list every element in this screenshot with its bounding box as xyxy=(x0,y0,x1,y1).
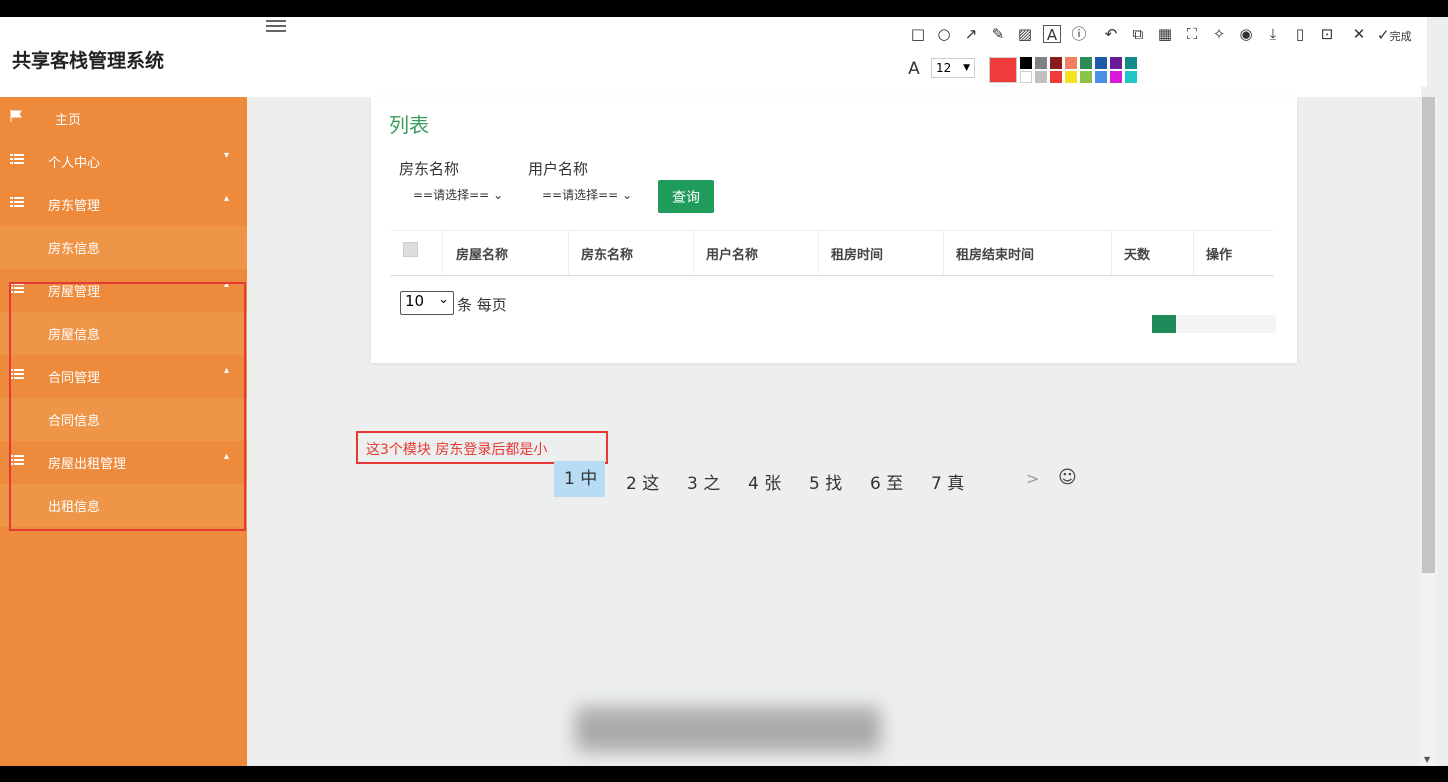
ime-candidate[interactable]: 3 之 xyxy=(687,469,720,494)
sidebar-item-label: 房东管理 xyxy=(48,199,101,214)
font-size-select[interactable]: 12 ▼ xyxy=(931,58,975,78)
user-filter-label: 用户名称 xyxy=(528,160,589,178)
ime-next-page-icon[interactable]: > xyxy=(1026,469,1039,488)
column-header[interactable]: 房屋名称 xyxy=(456,244,508,263)
color-swatch[interactable] xyxy=(1095,57,1107,69)
sidebar-item-home[interactable]: 主页 xyxy=(0,97,247,140)
download-icon[interactable]: ⤓ xyxy=(1264,25,1282,43)
color-swatch[interactable] xyxy=(1125,57,1137,69)
annotation-text: 这3个模块 房东登录后都是小 xyxy=(366,442,548,458)
color-swatch[interactable] xyxy=(1110,57,1122,69)
pagination[interactable] xyxy=(1152,315,1276,333)
user-select[interactable]: ==请选择== ⌄ xyxy=(542,186,632,203)
app-title: 共享客栈管理系统 xyxy=(12,50,165,72)
check-icon: ✓ xyxy=(1377,26,1390,44)
sidebar-item-label: 个人中心 xyxy=(48,156,101,171)
select-all-checkbox[interactable] xyxy=(403,242,418,257)
color-swatch[interactable] xyxy=(1080,71,1092,83)
ime-candidate[interactable]: 6 至 xyxy=(870,469,903,494)
record-icon[interactable]: ◉ xyxy=(1237,25,1255,43)
color-swatch[interactable] xyxy=(1035,71,1047,83)
color-swatch[interactable] xyxy=(1020,71,1032,83)
color-swatch[interactable] xyxy=(1020,57,1032,69)
chevron-down-icon: ⌄ xyxy=(622,188,633,202)
scrollbar-thumb[interactable] xyxy=(1422,97,1435,573)
color-swatch[interactable] xyxy=(1125,71,1137,83)
font-icon: A xyxy=(908,59,920,79)
sidebar-item-label: 主页 xyxy=(55,113,82,128)
color-swatch[interactable] xyxy=(1050,71,1062,83)
column-header[interactable]: 租房结束时间 xyxy=(956,244,1034,263)
annotation-textbox[interactable]: 这3个模块 房东登录后都是小 xyxy=(356,431,608,464)
scroll-down-icon[interactable]: ▼ xyxy=(1424,755,1430,764)
close-icon[interactable]: ✕ xyxy=(1350,25,1368,43)
ocr-icon[interactable]: ▦ xyxy=(1156,25,1174,43)
ime-candidate[interactable]: 1 中 xyxy=(554,461,606,497)
sidebar-item-landlord-mgmt[interactable]: 房东管理 ▴ xyxy=(0,183,247,226)
flag-icon xyxy=(10,110,22,122)
number-icon[interactable]: ⓘ xyxy=(1070,25,1088,43)
translate-icon[interactable]: ✧ xyxy=(1210,25,1228,43)
scrollbar[interactable]: ▼ xyxy=(1421,97,1437,766)
page-size-label: 条 每页 xyxy=(457,296,507,314)
chevron-down-icon: ▾ xyxy=(224,150,230,161)
sidebar-item-label: 房东信息 xyxy=(48,242,101,257)
list-card: 列表 房东名称 用户名称 ==请选择== ⌄ ==请选择== ⌄ 查询 房屋名称… xyxy=(371,97,1297,363)
landlord-select[interactable]: ==请选择== ⌄ xyxy=(413,186,503,203)
color-swatch[interactable] xyxy=(1050,57,1062,69)
color-swatch[interactable] xyxy=(1110,71,1122,83)
color-swatch[interactable] xyxy=(1080,57,1092,69)
chevron-down-icon: ⌄ xyxy=(438,292,449,307)
annotation-highlight-box xyxy=(9,282,246,531)
mosaic-icon[interactable]: ▨ xyxy=(1016,25,1034,43)
screenshot-toolbar: □ ○ ↗ ✎ ▨ A ⓘ ↶ ⧉ ▦ ⛶ ✧ ◉ ⤓ ▯ ⊡ ✕ ✓完成 A … xyxy=(897,17,1427,87)
column-header[interactable]: 租房时间 xyxy=(831,244,883,263)
menu-toggle-icon[interactable] xyxy=(266,17,286,33)
sidebar-item-profile[interactable]: 个人中心 ▾ xyxy=(0,140,247,183)
chevron-down-icon: ⌄ xyxy=(493,188,504,202)
circle-icon[interactable]: ○ xyxy=(935,25,953,43)
sidebar-item-landlord-info[interactable]: 房东信息 xyxy=(0,226,247,269)
list-icon xyxy=(10,154,24,164)
ime-candidate[interactable]: 7 真 xyxy=(931,469,964,494)
text-icon[interactable]: A xyxy=(1043,25,1061,44)
ime-candidate[interactable]: 4 张 xyxy=(748,469,781,494)
undo-icon[interactable]: ↶ xyxy=(1102,25,1120,43)
phone-icon[interactable]: ▯ xyxy=(1291,25,1309,43)
chevron-up-icon: ▴ xyxy=(224,193,230,204)
done-button[interactable]: ✓完成 xyxy=(1377,26,1412,44)
chevron-down-icon: ▼ xyxy=(963,63,970,73)
pencil-icon[interactable]: ✎ xyxy=(989,25,1007,43)
ime-candidate[interactable]: 5 找 xyxy=(809,469,842,494)
page-size-select[interactable]: 10 ⌄ xyxy=(400,291,454,315)
color-swatch[interactable] xyxy=(1095,71,1107,83)
ime-candidate[interactable]: 2 这 xyxy=(626,469,659,494)
column-header[interactable]: 天数 xyxy=(1124,244,1150,263)
blurred-region xyxy=(575,707,881,752)
pin-icon[interactable]: ⧉ xyxy=(1129,25,1147,43)
table-header: 房屋名称 房东名称 用户名称 租房时间 租房结束时间 天数 操作 xyxy=(390,230,1274,276)
column-header: 操作 xyxy=(1206,248,1233,263)
card-title: 列表 xyxy=(389,113,429,137)
emoji-icon[interactable]: ☺ xyxy=(1058,467,1077,488)
landlord-filter-label: 房东名称 xyxy=(399,160,460,178)
color-swatch[interactable] xyxy=(1065,57,1077,69)
color-swatch[interactable] xyxy=(1065,71,1077,83)
scan-icon[interactable]: ⛶ xyxy=(1183,25,1201,43)
column-header[interactable]: 房东名称 xyxy=(581,244,633,263)
bottom-bar xyxy=(0,766,1448,782)
rectangle-icon[interactable]: □ xyxy=(909,25,927,43)
arrow-icon[interactable]: ↗ xyxy=(962,25,980,43)
color-swatch[interactable] xyxy=(1035,57,1047,69)
app-window: 共享客栈管理系统 主页 个人中心 ▾ 房东管理 ▴ 房东信息 房屋管理 ▴ 房屋… xyxy=(0,17,1448,766)
sidebar: 主页 个人中心 ▾ 房东管理 ▴ 房东信息 房屋管理 ▴ 房屋信息 合同管理 ▴ xyxy=(0,97,247,766)
current-color-swatch[interactable] xyxy=(989,57,1017,83)
list-icon xyxy=(10,197,24,207)
query-button[interactable]: 查询 xyxy=(658,180,714,213)
column-header[interactable]: 用户名称 xyxy=(706,244,758,263)
pagination-current-page[interactable] xyxy=(1152,315,1176,333)
bookmark-icon[interactable]: ⊡ xyxy=(1318,25,1336,43)
